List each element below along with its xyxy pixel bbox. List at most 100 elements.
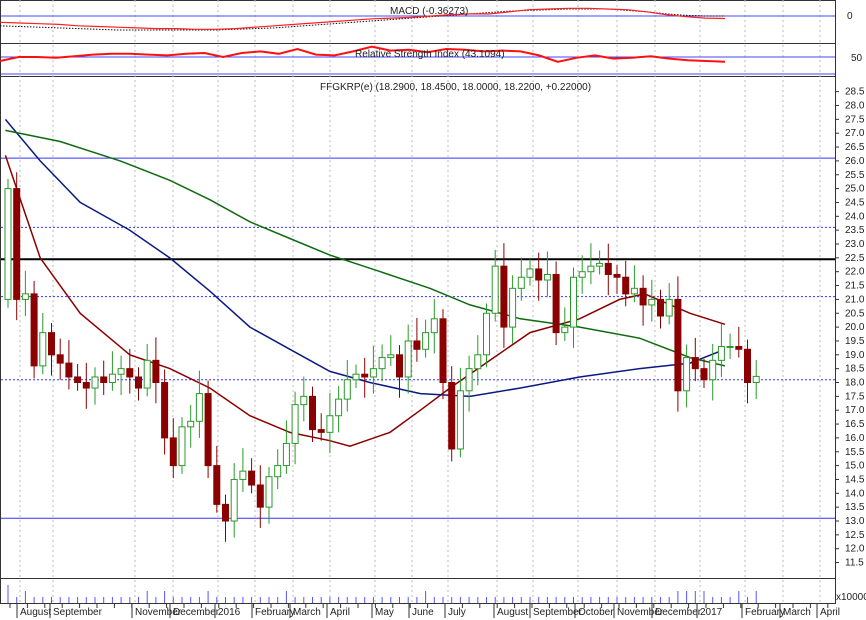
x-tick-label: March xyxy=(783,607,811,618)
candle-body xyxy=(578,271,586,278)
candle-body xyxy=(195,393,203,422)
y-tick-label: 25.5 xyxy=(845,170,865,181)
candle-body xyxy=(135,376,142,389)
candle-body xyxy=(552,273,560,334)
y-tick-label: 26.0 xyxy=(845,156,865,167)
candle-body xyxy=(709,359,717,381)
x-tick-label: September xyxy=(53,607,103,618)
y-tick-label: 14.0 xyxy=(845,488,865,499)
y-tick-label: 18.0 xyxy=(845,378,865,389)
y-tick-label: 21.0 xyxy=(845,294,865,305)
x-tick-label: December xyxy=(655,607,702,618)
candle-body xyxy=(657,298,664,317)
candle-body xyxy=(665,298,673,317)
x-tick-label: March xyxy=(293,607,321,618)
candle-body xyxy=(187,420,195,428)
symbol-label: FFGKRP(e) (18.2900, 18.4500, 18.0000, 18… xyxy=(320,82,591,93)
y-tick-label: 16.5 xyxy=(845,419,865,430)
y-tick-label: 28.5 xyxy=(845,87,865,98)
y-tick-label: 25.0 xyxy=(845,184,865,195)
y-tick-label: 24.0 xyxy=(845,211,865,222)
y-tick-label: 19.0 xyxy=(845,350,865,361)
candle-body xyxy=(422,332,430,350)
candle-body xyxy=(48,332,55,356)
candle-body xyxy=(91,376,99,389)
candle-body xyxy=(13,188,21,300)
candle-body xyxy=(744,348,751,384)
candle-body xyxy=(56,354,64,364)
candle-body xyxy=(317,429,325,433)
macd-line xyxy=(0,7,726,30)
y-tick-label: 17.5 xyxy=(845,391,865,402)
candle-body xyxy=(378,357,386,370)
y-tick-label: 28.0 xyxy=(845,101,865,112)
candle-body xyxy=(30,293,38,367)
candle-body xyxy=(413,340,421,350)
candle-body xyxy=(491,265,499,314)
candle-body xyxy=(735,345,743,350)
x-tick-label: October xyxy=(578,607,614,618)
y-tick-label: 20.0 xyxy=(845,322,865,333)
candle-body xyxy=(639,287,647,306)
macd-label: MACD (-0.36273) xyxy=(390,6,468,17)
candle-body xyxy=(239,470,247,480)
candle-body xyxy=(387,354,395,359)
panel-border xyxy=(0,578,836,604)
candle-body xyxy=(517,276,525,289)
candle-body xyxy=(169,437,177,467)
candle-body xyxy=(396,354,403,378)
candle-body xyxy=(39,332,47,367)
rsi-label: Relative Strength Index (43.1094) xyxy=(355,49,505,60)
candle-body xyxy=(143,359,151,389)
y-tick-label: 11.5 xyxy=(845,558,864,569)
candle-body xyxy=(82,382,90,389)
candle-body xyxy=(465,368,473,392)
candle-body xyxy=(126,368,134,378)
candle-body xyxy=(282,442,290,467)
y-tick-label: 14.5 xyxy=(845,474,865,485)
y-tick-label: 18.5 xyxy=(845,364,865,375)
y-tick-label: 24.5 xyxy=(845,197,865,208)
candle-body xyxy=(100,376,108,383)
candle-body xyxy=(369,368,377,378)
candle-body xyxy=(604,262,612,275)
candle-body xyxy=(300,395,308,406)
rsi-axis-label: 50 xyxy=(851,53,863,64)
candle-body xyxy=(613,273,621,278)
y-tick-label: 27.5 xyxy=(845,114,865,125)
y-tick-label: 13.0 xyxy=(845,516,865,527)
candle-body xyxy=(4,188,12,300)
x-tick-label: 2016 xyxy=(218,607,241,618)
volume-axis-label: x100000 xyxy=(836,592,866,603)
candle-body xyxy=(265,476,273,508)
y-tick-label: 27.0 xyxy=(845,128,865,139)
candle-body xyxy=(691,357,699,370)
y-tick-label: 26.5 xyxy=(845,142,865,153)
candle-body xyxy=(352,373,360,381)
x-tick-label: August xyxy=(497,607,528,618)
candle-body xyxy=(326,415,334,433)
candle-body xyxy=(230,478,238,522)
candle-body xyxy=(648,298,656,306)
candle-body xyxy=(361,373,369,378)
candle-body xyxy=(587,265,595,273)
x-tick-label: April xyxy=(820,607,840,618)
candle-body xyxy=(430,318,438,334)
candle-body xyxy=(213,465,221,505)
candle-body xyxy=(726,345,734,348)
candle-body xyxy=(274,465,282,478)
candle-body xyxy=(535,268,543,281)
x-tick-label: February xyxy=(255,607,295,618)
chart-canvas: August September NovemberDecember2016 Febru… xyxy=(0,0,866,618)
candle-body xyxy=(404,340,412,378)
candle-body xyxy=(161,382,169,439)
y-tick-label: 21.5 xyxy=(845,281,865,292)
x-tick-label: 2017 xyxy=(700,607,723,618)
x-tick-label: December xyxy=(173,607,220,618)
candle-body xyxy=(752,375,760,384)
y-tick-label: 16.0 xyxy=(845,433,865,444)
candle-body xyxy=(65,362,73,378)
x-tick-label: February xyxy=(745,607,785,618)
candle-body xyxy=(335,398,343,417)
candle-body xyxy=(570,276,577,328)
